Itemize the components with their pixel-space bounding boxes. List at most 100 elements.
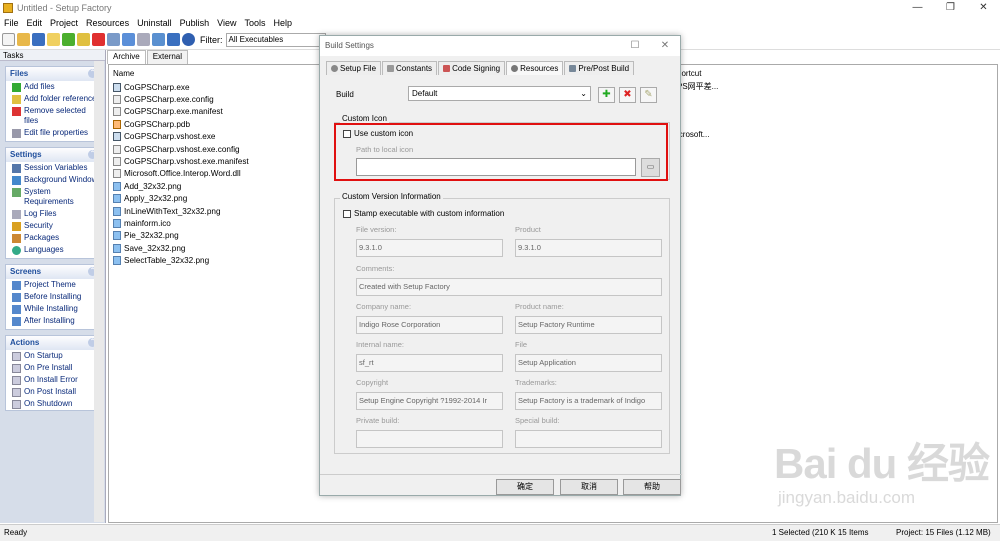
file-row[interactable]: CoGPSCharp.vshost.exe.config	[113, 143, 249, 155]
task-item-project-theme[interactable]: Project Theme	[6, 279, 100, 291]
task-item-security[interactable]: Security	[6, 220, 100, 232]
build-icon[interactable]	[167, 33, 180, 46]
file-row[interactable]: CoGPSCharp.exe	[113, 81, 249, 93]
special-build-field[interactable]	[515, 430, 662, 448]
file-row[interactable]: CoGPSCharp.vshost.exe.manifest	[113, 155, 249, 167]
task-item-while-installing[interactable]: While Installing	[6, 303, 100, 315]
file-row[interactable]: Pie_32x32.png	[113, 230, 249, 242]
task-item-on-pre-install[interactable]: On Pre Install	[6, 362, 100, 374]
file-row[interactable]: Save_32x32.png	[113, 242, 249, 254]
gear-icon[interactable]	[152, 33, 165, 46]
dialog-close-button[interactable]: ✕	[650, 36, 680, 56]
menu-publish[interactable]: Publish	[176, 18, 214, 28]
task-item-add-files[interactable]: Add files	[6, 81, 100, 93]
file-name: CoGPSCharp.vshost.exe.config	[124, 144, 240, 154]
menu-file[interactable]: File	[0, 18, 23, 28]
task-item-remove-files[interactable]: Remove selected files	[6, 105, 100, 127]
task-item-on-startup[interactable]: On Startup	[6, 350, 100, 362]
task-group-header[interactable]: Screens ⌃	[6, 265, 100, 279]
file-row[interactable]: mainform.ico	[113, 217, 249, 229]
delete-icon[interactable]	[92, 33, 105, 46]
add-icon[interactable]	[62, 33, 75, 46]
product-name-field[interactable]: Setup Factory Runtime	[515, 316, 662, 334]
task-item-background-window[interactable]: Background Window	[6, 174, 100, 186]
task-item-on-post-install[interactable]: On Post Install	[6, 386, 100, 398]
folder-icon[interactable]	[47, 33, 60, 46]
company-field[interactable]: Indigo Rose Corporation	[356, 316, 503, 334]
task-item-after-installing[interactable]: After Installing	[6, 315, 100, 329]
file-version-field[interactable]: 9.3.1.0	[356, 239, 503, 257]
tab-pre-post-build[interactable]: Pre/Post Build	[564, 61, 635, 75]
tab-external[interactable]: External	[146, 50, 189, 64]
file-row[interactable]: Add_32x32.png	[113, 180, 249, 192]
filter-select[interactable]: All Executables	[225, 32, 326, 47]
column-header-name[interactable]: Name	[113, 69, 134, 78]
menu-edit[interactable]: Edit	[23, 18, 47, 28]
file-row[interactable]: Apply_32x32.png	[113, 193, 249, 205]
dialog-titlebar: Build Settings ☐ ✕	[320, 36, 680, 56]
cancel-button[interactable]: 取消	[560, 479, 618, 495]
help-icon[interactable]	[182, 33, 195, 46]
file-row[interactable]: CoGPSCharp.pdb	[113, 118, 249, 130]
delete-build-button[interactable]: ✖	[619, 87, 636, 103]
add-build-button[interactable]: ✚	[598, 87, 615, 103]
task-item-system-requirements[interactable]: System Requirements	[6, 186, 100, 208]
task-group-header[interactable]: Actions ⌃	[6, 336, 100, 350]
menu-project[interactable]: Project	[46, 18, 82, 28]
product-field[interactable]: 9.3.1.0	[515, 239, 662, 257]
checkbox-box[interactable]	[343, 209, 351, 218]
maximize-button[interactable]: ❐	[934, 0, 967, 15]
tab-archive[interactable]: Archive	[107, 50, 146, 64]
task-group-header[interactable]: Files ⌃	[6, 67, 100, 81]
stamp-executable-checkbox[interactable]: Stamp executable with custom information	[343, 209, 504, 218]
internal-name-field[interactable]: sf_rt	[356, 354, 503, 372]
edit-build-button[interactable]: ✎	[640, 87, 657, 103]
menu-view[interactable]: View	[213, 18, 240, 28]
dialog-maximize-button[interactable]: ☐	[620, 36, 650, 56]
comments-field[interactable]: Created with Setup Factory	[356, 278, 662, 296]
menu-tools[interactable]: Tools	[240, 18, 269, 28]
log-icon	[12, 210, 21, 219]
task-item-edit-properties[interactable]: Edit file properties	[6, 127, 100, 141]
task-item-session-variables[interactable]: Session Variables	[6, 162, 100, 174]
file-row[interactable]: Microsoft.Office.Interop.Word.dll	[113, 168, 249, 180]
task-item-on-shutdown[interactable]: On Shutdown	[6, 398, 100, 410]
undo-icon[interactable]	[122, 33, 135, 46]
file-row[interactable]: InLineWithText_32x32.png	[113, 205, 249, 217]
file-row[interactable]: CoGPSCharp.exe.manifest	[113, 106, 249, 118]
file-row[interactable]: SelectTable_32x32.png	[113, 254, 249, 266]
save-icon[interactable]	[32, 33, 45, 46]
tab-constants[interactable]: Constants	[382, 61, 438, 75]
help-button[interactable]: 帮助	[623, 479, 681, 495]
redo-icon[interactable]	[137, 33, 150, 46]
tab-resources[interactable]: Resources	[506, 61, 564, 75]
task-group-header[interactable]: Settings ⌃	[6, 148, 100, 162]
minimize-button[interactable]: —	[901, 0, 934, 15]
task-panel-scrollbar[interactable]	[94, 61, 104, 522]
task-item-before-installing[interactable]: Before Installing	[6, 291, 100, 303]
task-item-packages[interactable]: Packages	[6, 232, 100, 244]
ok-button[interactable]: 确定	[496, 479, 554, 495]
file-row[interactable]: CoGPSCharp.vshost.exe	[113, 131, 249, 143]
open-icon[interactable]	[17, 33, 30, 46]
file-row[interactable]: CoGPSCharp.exe.config	[113, 93, 249, 105]
task-item-languages[interactable]: Languages	[6, 244, 100, 258]
menu-resources[interactable]: Resources	[82, 18, 133, 28]
task-item-add-folder[interactable]: Add folder reference	[6, 93, 100, 105]
task-item-log-files[interactable]: Log Files	[6, 208, 100, 220]
copyright-field[interactable]: Setup Engine Copyright ?1992-2014 Ir	[356, 392, 503, 410]
add-folder-icon[interactable]	[77, 33, 90, 46]
task-item-on-install-error[interactable]: On Install Error	[6, 374, 100, 386]
trademarks-field[interactable]: Setup Factory is a trademark of Indigo	[515, 392, 662, 410]
close-button[interactable]: ✕	[967, 0, 1000, 15]
exe-file-icon	[113, 132, 121, 142]
file-field[interactable]: Setup Application	[515, 354, 662, 372]
private-build-field[interactable]	[356, 430, 503, 448]
menu-uninstall[interactable]: Uninstall	[133, 18, 176, 28]
menu-help[interactable]: Help	[270, 18, 297, 28]
build-select[interactable]: Default ⌄	[408, 86, 591, 101]
search-icon[interactable]	[107, 33, 120, 46]
new-icon[interactable]	[2, 33, 15, 46]
tab-code-signing[interactable]: Code Signing	[438, 61, 506, 75]
tab-setup-file[interactable]: Setup File	[326, 61, 382, 75]
